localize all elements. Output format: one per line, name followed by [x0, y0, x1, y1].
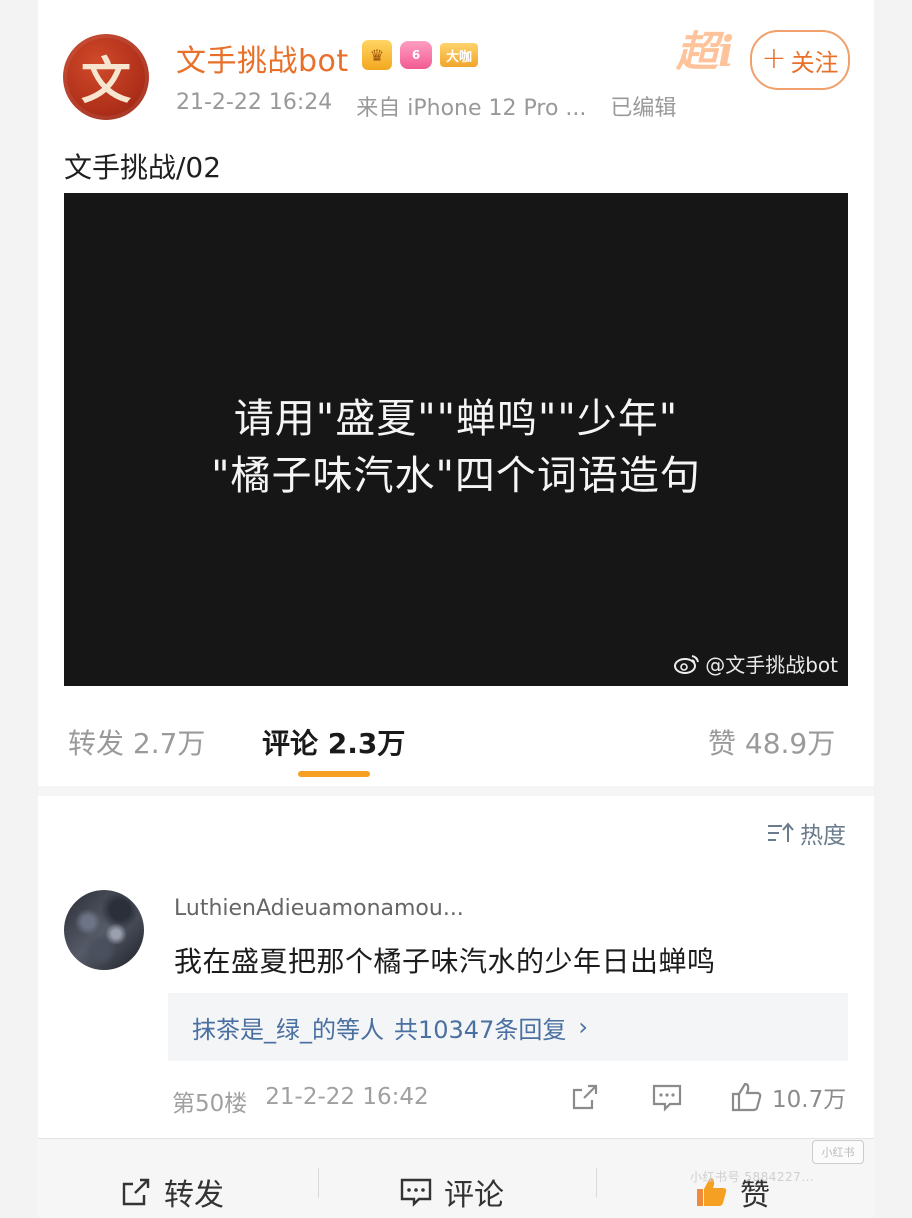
author-avatar[interactable]: 文 [63, 34, 149, 120]
image-text-line-2: "橘子味汽水"四个词语造句 [211, 453, 701, 499]
bottom-divider [318, 1168, 319, 1198]
weibo-logo-icon [674, 654, 700, 674]
comment-reply-button[interactable] [650, 1080, 684, 1114]
bottom-comment-label: 评论 [444, 1178, 504, 1213]
share-icon [572, 1084, 598, 1110]
comment-like-count: 10.7万 [772, 1087, 847, 1113]
repost-icon [122, 1178, 150, 1206]
comment-text: 我在盛夏把那个橘子味汽水的少年日出蝉鸣 [174, 945, 716, 978]
tab-comment[interactable]: 评论 2.3万 [262, 722, 405, 762]
active-tab-indicator [298, 771, 370, 777]
section-divider [38, 786, 874, 796]
sort-icon [768, 822, 794, 842]
bottom-divider [596, 1168, 597, 1198]
replies-preview[interactable]: 抹茶是_绿_的等人 共10347条回复 › [168, 993, 848, 1061]
comment-share-button[interactable] [568, 1080, 602, 1114]
sort-label: 热度 [800, 823, 846, 849]
comment-like-button[interactable]: 10.7万 [730, 1080, 846, 1114]
tab-like[interactable]: 赞 48.9万 [708, 722, 835, 762]
follow-label: 关注 [790, 48, 839, 77]
post-image[interactable]: 请用"盛夏""蝉鸣""少年" "橘子味汽水"四个词语造句 @文手挑战bot [64, 193, 848, 686]
comment-icon [652, 1084, 682, 1112]
xiaohongshu-id: 小红书号 5884227... [690, 1170, 815, 1184]
post-meta: 21-2-22 16:24 来自 iPhone 12 Pro ... 已编辑 [176, 90, 676, 122]
tab-repost[interactable]: 转发 2.7万 [68, 722, 205, 762]
avatar-char: 文 [81, 51, 131, 110]
reply-users: 抹茶是_绿_的等人 [192, 1015, 384, 1044]
sort-toggle[interactable]: 热度 [766, 816, 846, 850]
plus-icon: + [761, 41, 787, 76]
watermark-text: @文手挑战bot [705, 653, 838, 677]
commenter-username[interactable]: LuthienAdieuamonamou... [174, 896, 464, 921]
bottom-repost-label: 转发 [164, 1178, 224, 1213]
reply-count: 共10347条回复 [394, 1015, 567, 1044]
level-badge-icon[interactable]: 6 [400, 41, 432, 69]
commenter-avatar[interactable] [64, 890, 144, 970]
post-title: 文手挑战/02 [64, 151, 222, 184]
image-text-line-1: 请用"盛夏""蝉鸣""少年" [233, 396, 679, 442]
vip-badge[interactable]: 大咖 [440, 43, 479, 67]
edited-label[interactable]: 已编辑 [610, 90, 676, 122]
comment-footer: 第50楼 21-2-22 16:42 [172, 1084, 429, 1118]
post-time: 21-2-22 16:24 [176, 90, 333, 115]
post-source: 来自 iPhone 12 Pro ... [356, 96, 587, 121]
bottom-comment-button[interactable]: 评论 [398, 1170, 504, 1214]
bottom-repost-button[interactable]: 转发 [118, 1170, 224, 1214]
image-watermark: @文手挑战bot [673, 649, 838, 678]
comment-icon [400, 1178, 432, 1207]
follow-button[interactable]: + 关注 [750, 30, 850, 90]
comment-time: 21-2-22 16:42 [265, 1084, 429, 1110]
chevron-right-icon: › [578, 1013, 588, 1041]
crown-badge-icon[interactable]: ♛ [362, 40, 392, 70]
xiaohongshu-logo: 小红书 [812, 1140, 864, 1164]
author-username[interactable]: 文手挑战bot [176, 36, 349, 80]
thumbs-up-icon [731, 1082, 762, 1112]
comment-floor: 第50楼 [172, 1091, 248, 1117]
author-badges: ♛ 6 大咖 [362, 40, 479, 70]
